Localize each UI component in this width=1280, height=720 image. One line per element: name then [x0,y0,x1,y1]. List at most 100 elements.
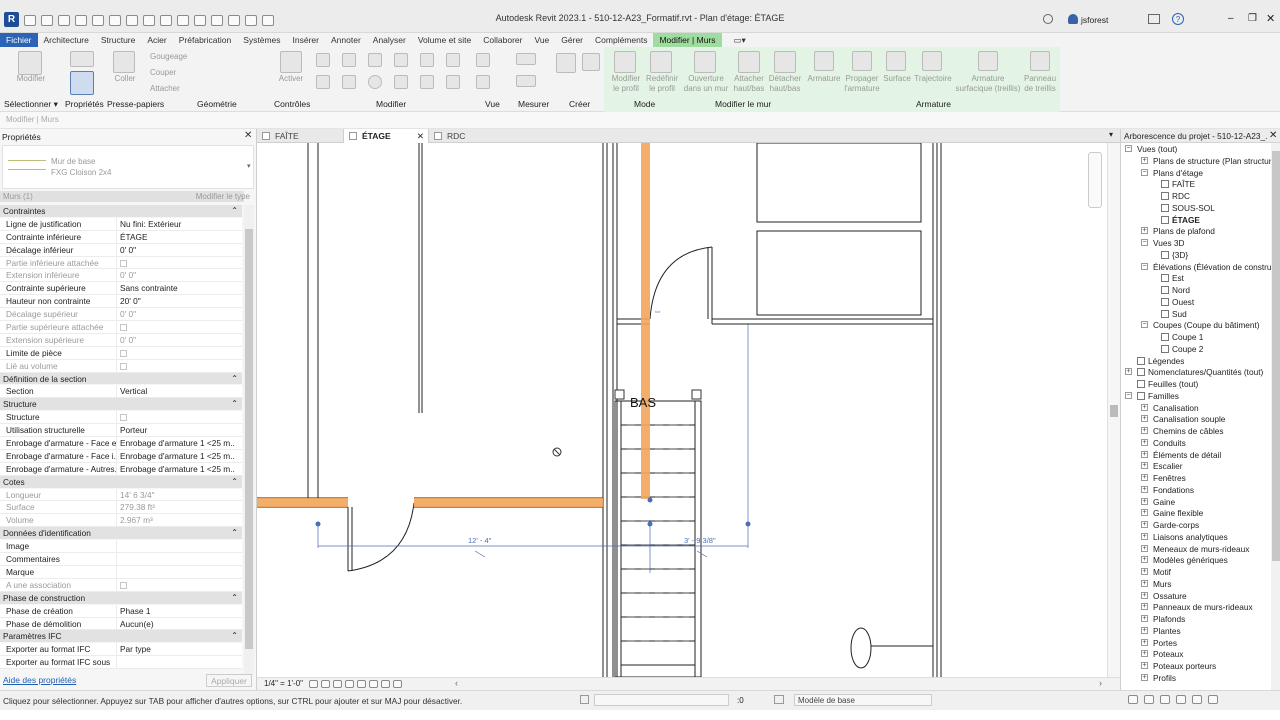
property-value[interactable] [117,540,235,552]
browser-item[interactable]: ÉTAGE [1121,214,1271,226]
property-section[interactable]: Paramètres IFC ⌃ [0,630,242,644]
crop-view-icon[interactable] [357,680,366,688]
browser-item[interactable]: Sud [1121,308,1271,320]
align-icon[interactable] [316,53,330,67]
browser-item[interactable]: Ouest [1121,296,1271,308]
browser-item[interactable]: + Plans de plafond [1121,225,1271,237]
show-crop-icon[interactable] [369,680,378,688]
browser-item[interactable]: + Canalisation souple [1121,413,1271,425]
expand-icon[interactable]: + [1141,497,1148,505]
collapse-icon[interactable]: − [1141,239,1148,246]
expand-icon[interactable]: + [1141,591,1148,599]
browser-item[interactable]: + Gaine flexible [1121,507,1271,519]
collapse-icon[interactable]: ⌃ [231,476,238,489]
browser-item[interactable]: + Éléments de détail [1121,449,1271,461]
rebar-icon[interactable] [814,51,834,71]
mirror-icon[interactable] [368,53,382,67]
browser-item[interactable]: Est [1121,272,1271,284]
edit-profile-icon[interactable] [614,51,636,73]
expand-icon[interactable]: + [1141,626,1148,634]
rotate-circle-icon[interactable] [368,75,382,89]
user-name[interactable]: jsforest [1081,15,1108,25]
drag-elements-icon[interactable] [1192,695,1202,704]
reveal-hidden-icon[interactable] [393,680,402,688]
collapse-icon[interactable]: − [1141,321,1148,329]
armature-button[interactable]: Armature [804,74,844,84]
property-section[interactable]: Cotes ⌃ [0,475,242,489]
tab-fichier[interactable]: Fichier [0,33,38,47]
panneau-treillis-button[interactable]: Panneau de treillis [1018,74,1062,94]
expand-icon[interactable]: + [1141,427,1148,434]
browser-item[interactable]: − Élévations (Élévation de construc... [1121,261,1271,273]
collapse-icon[interactable]: − [1141,168,1148,176]
properties-icon[interactable] [70,71,94,95]
redefinir-profil-button[interactable]: Redéfinir le profil [642,74,682,94]
expand-icon[interactable]: + [1141,544,1148,552]
propager-armature-button[interactable]: Propager l'armature [842,74,882,94]
expand-icon[interactable]: + [1141,532,1148,540]
properties-scrollbar[interactable] [244,205,254,675]
property-value[interactable] [117,656,235,668]
browser-item[interactable]: − Plans d'étage [1121,167,1271,179]
instance-filter[interactable]: Murs (1) Modifier le type [0,191,250,202]
tab-analyser[interactable]: Analyser [367,33,412,47]
browser-item[interactable]: + Escalier [1121,460,1271,472]
browser-scrollbar[interactable] [1271,143,1280,690]
offset-icon[interactable] [342,53,356,67]
tab-close-icon[interactable]: ✕ [417,129,424,143]
collapse-icon[interactable]: ⌃ [231,373,238,386]
property-value[interactable]: Phase 1 [117,605,235,617]
copy-icon[interactable] [420,53,434,67]
dimension-ribbon-icon[interactable] [516,75,536,87]
tab-systemes[interactable]: Systèmes [237,33,286,47]
browser-item[interactable]: + Portes [1121,637,1271,649]
collapse-icon[interactable]: ⌃ [231,592,238,605]
expand-icon[interactable]: + [1141,615,1148,622]
temp-hide-icon[interactable] [381,680,390,688]
browser-item[interactable]: − Vues 3D [1121,237,1271,249]
edit-type-button[interactable]: Modifier le type [196,192,250,201]
browser-item[interactable]: + Gaine [1121,496,1271,508]
view-scale[interactable]: 1/4" = 1'-0" [264,679,303,688]
browser-item[interactable]: RDC [1121,190,1271,202]
sun-path-icon[interactable] [333,680,342,688]
minimize-icon[interactable]: – [1228,13,1234,24]
expand-icon[interactable]: + [1141,556,1148,564]
browser-item[interactable]: + Ossature [1121,590,1271,602]
propagate-rebar-icon[interactable] [852,51,872,71]
split-icon[interactable] [342,75,356,89]
browser-item[interactable]: Légendes [1121,355,1271,367]
browser-item[interactable]: + Plans de structure (Plan structure... [1121,155,1271,167]
browser-item[interactable]: Coupe 1 [1121,331,1271,343]
instance-count[interactable]: Murs (1) [3,192,33,201]
grip-handle-right[interactable] [691,389,702,400]
property-value[interactable] [117,566,235,578]
browser-item[interactable]: + Poteaux [1121,648,1271,660]
expand-icon[interactable]: + [1141,509,1148,517]
expand-icon[interactable]: + [1141,638,1148,646]
property-value[interactable]: Enrobage d'armature 1 <25 m... [117,463,235,475]
gougeage-button[interactable]: Gougeage [150,52,220,62]
detail-level-icon[interactable] [309,680,318,688]
checkbox[interactable] [120,414,127,422]
browser-item[interactable]: + Meneaux de murs-rideaux [1121,543,1271,555]
expand-icon[interactable]: + [1141,650,1148,658]
detacher-haut-bas-button[interactable]: Détacher haut/bas [766,74,804,94]
trim-icon[interactable] [316,75,330,89]
couper-button[interactable]: Couper [150,68,220,78]
trajectoire-button[interactable]: Trajectoire [910,74,956,84]
detach-top-base-icon[interactable] [774,51,796,73]
delete-icon[interactable] [446,75,460,89]
browser-item[interactable]: Coupe 2 [1121,343,1271,355]
property-value[interactable]: 20' 0" [117,295,235,307]
browser-item[interactable]: Nord [1121,284,1271,296]
property-value[interactable] [117,347,235,359]
expand-icon[interactable]: + [1141,415,1148,423]
selected-wall-vertical[interactable] [641,143,650,499]
browser-item[interactable]: + Plafonds [1121,613,1271,625]
browser-item[interactable]: + Motif [1121,566,1271,578]
select-pinned-icon[interactable] [1160,695,1170,704]
wall-highlight-left[interactable] [257,498,348,507]
browser-item[interactable]: + Panneaux de murs-rideaux [1121,601,1271,613]
browser-item[interactable]: + Poteaux porteurs [1121,660,1271,672]
